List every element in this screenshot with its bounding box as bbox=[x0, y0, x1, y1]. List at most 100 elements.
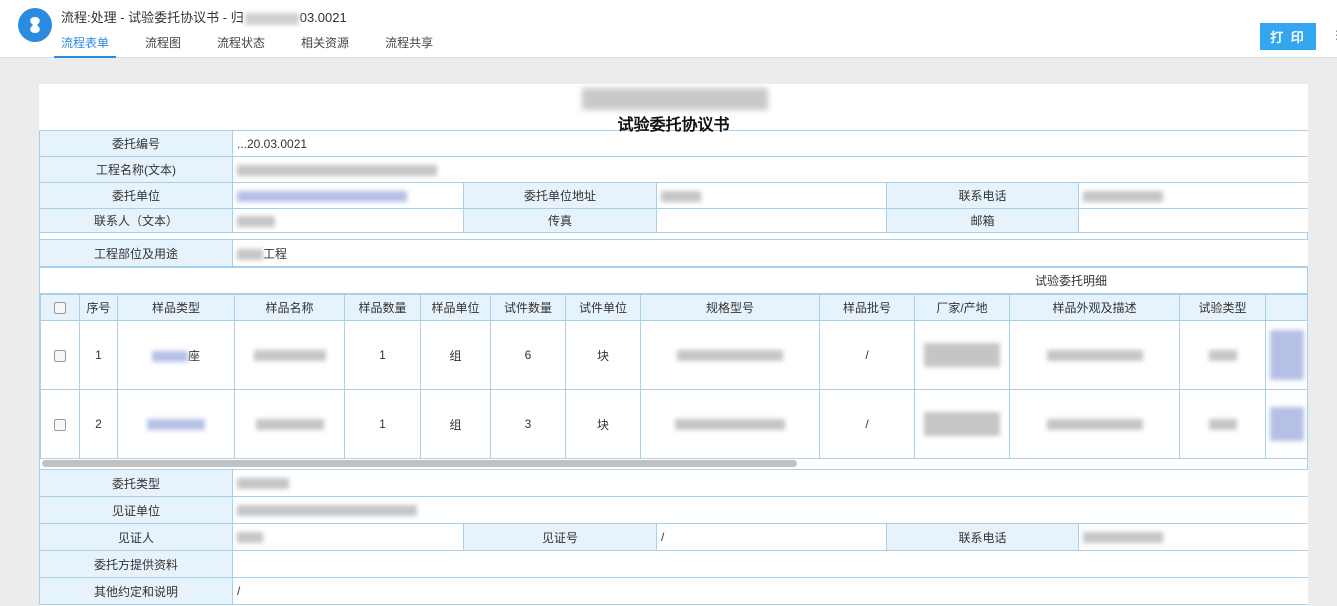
basic-info-table: 委托编号 ...20.03.0021 工程名称(文本) 委托单位 委托单位地址 … bbox=[39, 130, 1308, 233]
window-title: 流程:处理 - 试验委托协议书 - 归 03.0021 bbox=[61, 7, 347, 26]
test-unit[interactable]: 块 bbox=[565, 389, 641, 459]
col-header: 样品单位 bbox=[420, 294, 491, 321]
sample-unit[interactable]: 组 bbox=[420, 320, 491, 390]
col-header: 试件单位 bbox=[565, 294, 641, 321]
manufacturer-cell[interactable] bbox=[914, 320, 1010, 390]
spec-cell[interactable] bbox=[640, 320, 820, 390]
redacted-text bbox=[1270, 330, 1304, 380]
col-header: 样品外观及描述 bbox=[1009, 294, 1180, 321]
witness-no-value[interactable]: / bbox=[656, 523, 887, 551]
row-checkbox[interactable] bbox=[54, 349, 66, 362]
commission-type-value[interactable] bbox=[231, 469, 1308, 497]
label-contact: 联系人（文本） bbox=[39, 208, 233, 233]
table-row: 2 1 组 3 块 / bbox=[40, 389, 1308, 459]
col-header: 样品批号 bbox=[819, 294, 915, 321]
phone-value[interactable] bbox=[1077, 523, 1308, 551]
other-value[interactable]: / bbox=[231, 577, 1308, 605]
spec-cell[interactable] bbox=[640, 389, 820, 459]
redacted-text bbox=[237, 248, 263, 260]
test-qty[interactable]: 3 bbox=[490, 389, 566, 459]
redacted-text bbox=[1083, 190, 1163, 202]
witness-value[interactable] bbox=[232, 523, 464, 551]
redacted-text bbox=[924, 412, 1000, 436]
project-part-table: 工程部位及用途 工程 bbox=[39, 239, 1308, 267]
sample-unit[interactable]: 组 bbox=[420, 389, 491, 459]
tab-resources[interactable]: 相关资源 bbox=[294, 30, 356, 58]
sample-type-suffix: 座 bbox=[187, 348, 200, 363]
tab-bar: 流程表单 流程图 流程状态 相关资源 流程共享 bbox=[54, 30, 462, 58]
label-witness-unit: 见证单位 bbox=[39, 496, 233, 524]
sample-name-cell[interactable] bbox=[234, 320, 345, 390]
label-commission-type: 委托类型 bbox=[39, 469, 233, 497]
fax-value[interactable] bbox=[656, 208, 887, 233]
witness-unit-value[interactable] bbox=[231, 496, 1308, 524]
row-checkbox[interactable] bbox=[54, 418, 66, 431]
email-value[interactable] bbox=[1078, 208, 1308, 233]
redacted-text bbox=[147, 419, 205, 431]
more-vertical-icon[interactable]: ⋮ bbox=[1331, 28, 1337, 42]
select-all-cell[interactable] bbox=[40, 294, 80, 321]
label-witness-no: 见证号 bbox=[463, 523, 657, 551]
col-header: 试验类型 bbox=[1179, 294, 1266, 321]
redacted-text bbox=[237, 532, 263, 544]
sample-detail-title: 试验委托明细 bbox=[40, 268, 1307, 294]
form-card: 试验委托协议书 委托编号 ...20.03.0021 工程名称(文本) 委托单位… bbox=[39, 84, 1308, 606]
redacted-text bbox=[1083, 532, 1163, 544]
phone-value[interactable] bbox=[1078, 182, 1308, 209]
redacted-text bbox=[924, 343, 1000, 367]
sample-qty[interactable]: 1 bbox=[344, 320, 421, 390]
manufacturer-cell[interactable] bbox=[914, 389, 1010, 459]
redacted-text bbox=[237, 190, 407, 202]
redacted-text bbox=[237, 164, 437, 176]
redacted-text bbox=[1208, 350, 1237, 362]
tab-status[interactable]: 流程状态 bbox=[210, 30, 272, 58]
redacted-text bbox=[237, 215, 275, 227]
test-qty[interactable]: 6 bbox=[490, 320, 566, 390]
redacted-text bbox=[677, 350, 783, 362]
redacted-text bbox=[661, 190, 701, 202]
redacted-text bbox=[253, 350, 326, 362]
col-header: 样品类型 bbox=[117, 294, 235, 321]
sample-type-cell[interactable] bbox=[117, 389, 235, 459]
contact-value[interactable] bbox=[232, 208, 464, 233]
col-header: 规格型号 bbox=[640, 294, 820, 321]
batch-no[interactable]: / bbox=[819, 389, 915, 459]
test-type-cell[interactable] bbox=[1179, 389, 1266, 459]
label-materials: 委托方提供资料 bbox=[39, 550, 233, 578]
test-type-cell[interactable] bbox=[1179, 320, 1266, 390]
sample-name-cell[interactable] bbox=[234, 389, 345, 459]
tab-form[interactable]: 流程表单 bbox=[54, 30, 117, 58]
overflow-cell bbox=[1265, 389, 1308, 459]
materials-value[interactable] bbox=[231, 550, 1308, 578]
row-select-cell[interactable] bbox=[40, 389, 80, 459]
sample-type-cell[interactable]: 座 bbox=[117, 320, 235, 390]
appearance-cell[interactable] bbox=[1009, 389, 1180, 459]
title-prefix: 流程:处理 - 试验委托协议书 - 归 bbox=[61, 10, 244, 25]
tab-share[interactable]: 流程共享 bbox=[378, 30, 440, 58]
col-header: 序号 bbox=[79, 294, 118, 321]
project-name-value[interactable] bbox=[232, 156, 1308, 183]
test-unit[interactable]: 块 bbox=[565, 320, 641, 390]
project-part-suffix: 工程 bbox=[263, 246, 288, 261]
client-address-value[interactable] bbox=[656, 182, 887, 209]
appearance-cell[interactable] bbox=[1009, 320, 1180, 390]
redacted-text bbox=[675, 419, 785, 431]
row-no: 2 bbox=[79, 389, 118, 459]
scrollbar-thumb[interactable] bbox=[42, 460, 797, 467]
print-button[interactable]: 打 印 bbox=[1260, 23, 1316, 50]
horizontal-scrollbar[interactable] bbox=[39, 459, 1308, 469]
tab-flowchart[interactable]: 流程图 bbox=[138, 30, 188, 58]
sample-qty[interactable]: 1 bbox=[344, 389, 421, 459]
project-part-value[interactable]: 工程 bbox=[232, 239, 1308, 267]
client-unit-value[interactable] bbox=[232, 182, 464, 209]
select-all-checkbox[interactable] bbox=[54, 302, 66, 315]
form-header: 试验委托协议书 bbox=[39, 84, 1308, 134]
redacted-text bbox=[244, 12, 299, 25]
top-bar: 流程:处理 - 试验委托协议书 - 归 03.0021 流程表单 流程图 流程状态… bbox=[0, 0, 1337, 58]
row-select-cell[interactable] bbox=[40, 320, 80, 390]
app-logo-icon bbox=[18, 8, 52, 42]
batch-no[interactable]: / bbox=[819, 320, 915, 390]
label-fax: 传真 bbox=[463, 208, 657, 233]
label-email: 邮箱 bbox=[886, 208, 1079, 233]
label-witness: 见证人 bbox=[39, 523, 233, 551]
